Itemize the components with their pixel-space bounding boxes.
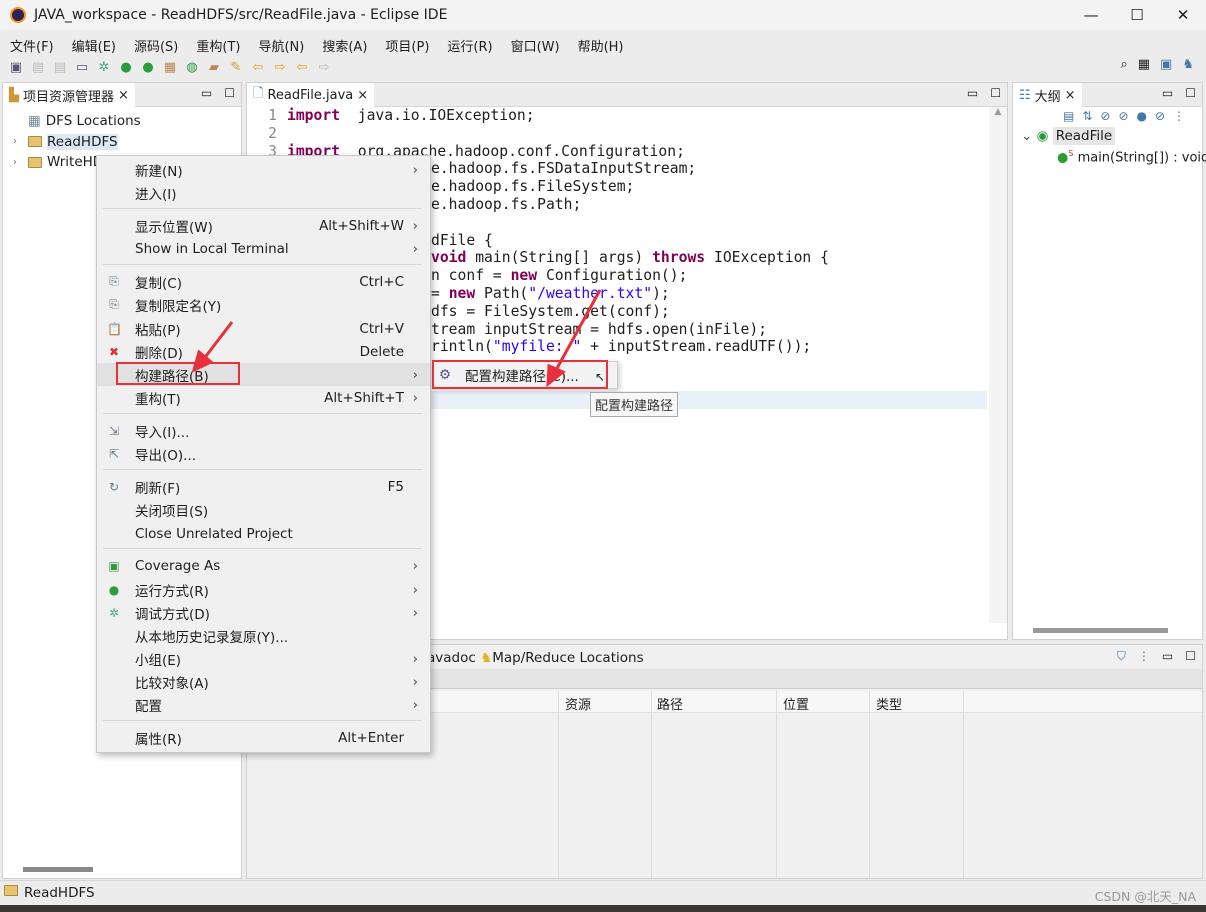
annotation-arrow xyxy=(201,321,234,361)
annotation-arrowhead xyxy=(546,363,566,388)
annotation-arrows xyxy=(191,289,602,388)
annotation-arrow xyxy=(553,289,602,373)
